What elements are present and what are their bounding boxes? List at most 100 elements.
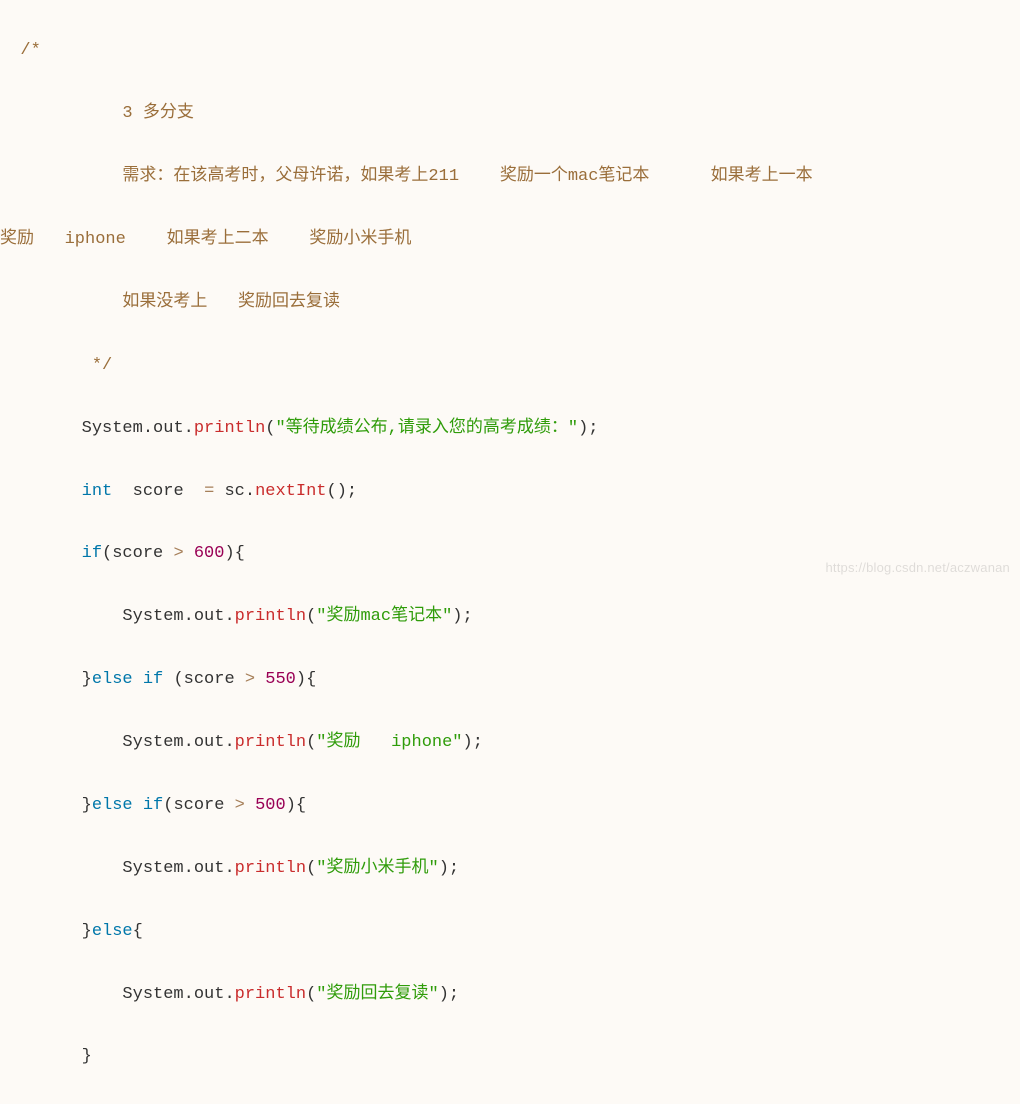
code-line: int score = sc.nextInt(); [0,476,1020,507]
method: println [194,419,265,438]
punct: ) [286,796,296,815]
punct: { [133,922,143,941]
punct: ) [578,419,588,438]
comment-open: /* [20,41,40,60]
method: println [235,859,306,878]
identifier: System [122,985,183,1004]
operator: = [204,482,214,501]
punct: ; [449,859,459,878]
code-block: /* 3 多分支 需求：在该高考时，父母许诺，如果考上211 奖励一个mac笔记… [0,0,1020,1104]
punct: ) [224,544,234,563]
indent [0,607,122,626]
identifier: score [184,670,235,689]
comment-close: */ [0,356,112,375]
number-literal: 600 [194,544,225,563]
indent [0,419,82,438]
punct: ( [306,859,316,878]
indent [0,733,122,752]
code-line: 3 多分支 [0,98,1020,129]
punct: . [184,607,194,626]
keyword: else [92,922,133,941]
indent [0,482,82,501]
code-line: 需求：在该高考时，父母许诺，如果考上211 奖励一个mac笔记本 如果考上一本 [0,161,1020,192]
punct: ; [449,985,459,1004]
keyword: int [82,482,113,501]
punct: { [306,670,316,689]
punct: ) [452,607,462,626]
comment-text: 奖励 iphone 如果考上二本 奖励小米手机 [0,230,411,249]
punct: . [224,607,234,626]
operator: > [173,544,183,563]
punct: ) [296,670,306,689]
punct: . [245,482,255,501]
identifier: score [133,482,184,501]
identifier: System [122,607,183,626]
indent [0,859,122,878]
punct: } [82,922,92,941]
punct: } [82,1047,92,1066]
indent [0,922,82,941]
string-literal: "奖励mac笔记本" [316,607,452,626]
code-line: }else if (score > 550){ [0,664,1020,695]
punct: . [224,859,234,878]
punct: { [296,796,306,815]
punct: ( [306,607,316,626]
number-literal: 500 [255,796,286,815]
number-literal: 550 [265,670,296,689]
string-literal: "奖励小米手机" [316,859,438,878]
indent [0,670,82,689]
comment-text: 需求：在该高考时，父母许诺，如果考上211 奖励一个mac笔记本 如果考上一本 [0,167,813,186]
identifier: sc [224,482,244,501]
punct: . [224,733,234,752]
indent [0,544,82,563]
method: println [235,985,306,1004]
comment-text: 如果没考上 奖励回去复读 [0,293,340,312]
keyword: else [92,670,133,689]
code-line: }else{ [0,916,1020,947]
punct: ( [327,482,337,501]
punct: ) [439,859,449,878]
punct: ) [337,482,347,501]
punct: ) [463,733,473,752]
identifier: out [194,607,225,626]
operator: > [235,796,245,815]
string-literal: "奖励 iphone" [316,733,462,752]
punct: . [184,985,194,1004]
code-line: }else if(score > 500){ [0,790,1020,821]
punct: ( [163,796,173,815]
keyword: if [143,796,163,815]
punct: ( [173,670,183,689]
indent [0,796,82,815]
identifier: out [194,733,225,752]
code-line: System.out.println("奖励mac笔记本"); [0,601,1020,632]
punct: . [143,419,153,438]
code-line: } [0,1041,1020,1072]
string-literal: "奖励回去复读" [316,985,438,1004]
watermark-text: https://blog.csdn.net/aczwanan [825,556,1010,580]
identifier: out [194,985,225,1004]
method: println [235,733,306,752]
code-line: 奖励 iphone 如果考上二本 奖励小米手机 [0,224,1020,255]
punct: . [184,419,194,438]
method: nextInt [255,482,326,501]
code-line: System.out.println("等待成绩公布,请录入您的高考成绩："); [0,413,1020,444]
punct: ( [306,733,316,752]
punct: ( [102,544,112,563]
punct: ; [463,607,473,626]
identifier: score [173,796,224,815]
punct: ( [306,985,316,1004]
punct: . [224,985,234,1004]
string-literal: "等待成绩公布,请录入您的高考成绩：" [275,419,578,438]
identifier: out [153,419,184,438]
identifier: System [122,733,183,752]
keyword: if [82,544,102,563]
code-line: System.out.println("奖励回去复读"); [0,979,1020,1010]
punct: } [82,796,92,815]
keyword: if [143,670,163,689]
punct: ; [347,482,357,501]
keyword: else [92,796,133,815]
code-line: System.out.println("奖励 iphone"); [0,727,1020,758]
punct: ; [473,733,483,752]
punct: { [235,544,245,563]
code-line: 如果没考上 奖励回去复读 [0,287,1020,318]
